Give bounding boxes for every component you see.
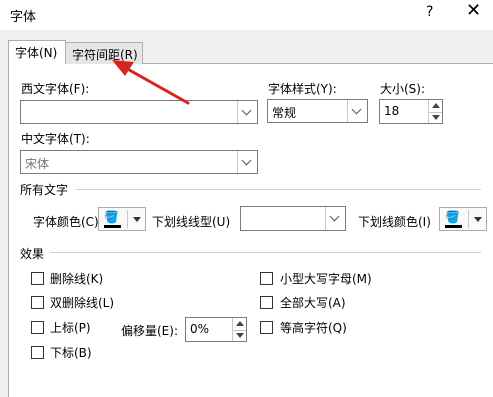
chevron-down-icon[interactable] (325, 207, 345, 230)
effects-heading: 效果 (20, 247, 45, 261)
tab-font[interactable]: 字体(N) (8, 40, 66, 64)
superscript-label: 上标(P) (50, 321, 91, 335)
paint-bucket-icon: 🪣 (445, 210, 460, 224)
font-style-value: 常规 (272, 106, 297, 120)
size-value: 18 (384, 104, 400, 118)
offset-value: 0% (190, 322, 210, 336)
chevron-down-icon[interactable] (237, 151, 257, 173)
spin-arrows-icon[interactable] (428, 100, 442, 123)
divider (76, 189, 481, 190)
paint-bucket-icon: 🪣 (104, 210, 119, 224)
close-button[interactable]: ✕ (466, 2, 481, 20)
title-bar (0, 0, 493, 30)
font-color-picker[interactable]: 🪣 (98, 207, 146, 231)
font-color-label: 字体颜色(C) (33, 215, 99, 229)
subscript-checkbox[interactable] (31, 346, 44, 359)
dropdown-arrow-icon (474, 217, 482, 222)
superscript-checkbox[interactable] (31, 321, 44, 334)
divider (50, 252, 481, 253)
color-swatch (104, 225, 121, 228)
font-style-select[interactable]: 常规 (267, 99, 368, 123)
chevron-down-icon[interactable] (237, 101, 257, 123)
chevron-down-icon[interactable] (347, 100, 367, 122)
help-button[interactable]: ? (426, 4, 433, 20)
underline-color-label: 下划线颜色(I) (358, 215, 431, 229)
font-style-label: 字体样式(Y): (268, 82, 337, 96)
color-swatch (445, 225, 462, 228)
chinese-font-select[interactable]: 宋体 (20, 150, 258, 174)
spin-arrows-icon[interactable] (232, 318, 246, 341)
strikethrough-label: 删除线(K) (50, 272, 104, 286)
tab-character-spacing[interactable]: 字符间距(R) (65, 42, 143, 64)
strikethrough-checkbox[interactable] (31, 272, 44, 285)
all-caps-checkbox[interactable] (260, 296, 273, 309)
small-caps-checkbox[interactable] (260, 272, 273, 285)
chinese-font-value: 宋体 (25, 157, 50, 171)
small-caps-label: 小型大写字母(M) (280, 272, 372, 286)
window-title: 字体 (10, 10, 37, 25)
underline-style-label: 下划线线型(U) (152, 215, 231, 229)
chinese-font-label: 中文字体(T): (21, 132, 90, 146)
all-text-heading: 所有文字 (20, 183, 69, 197)
offset-label: 偏移量(E): (121, 324, 178, 338)
equal-height-label: 等高字符(Q) (280, 321, 347, 335)
subscript-label: 下标(B) (50, 346, 92, 360)
size-label: 大小(S): (380, 82, 426, 96)
double-strikethrough-checkbox[interactable] (31, 296, 44, 309)
underline-style-select[interactable] (240, 206, 346, 231)
size-stepper[interactable]: 18 (379, 99, 443, 124)
all-caps-label: 全部大写(A) (280, 296, 346, 310)
offset-stepper[interactable]: 0% (185, 317, 247, 342)
underline-color-picker[interactable]: 🪣 (439, 207, 487, 231)
western-font-label: 西文字体(F): (21, 82, 90, 96)
tab-font-label: 字体(N) (15, 46, 58, 60)
western-font-select[interactable] (20, 100, 258, 124)
double-strikethrough-label: 双删除线(L) (50, 296, 115, 310)
tab-spacing-label: 字符间距(R) (72, 48, 138, 62)
dropdown-arrow-icon (133, 217, 141, 222)
equal-height-checkbox[interactable] (260, 321, 273, 334)
